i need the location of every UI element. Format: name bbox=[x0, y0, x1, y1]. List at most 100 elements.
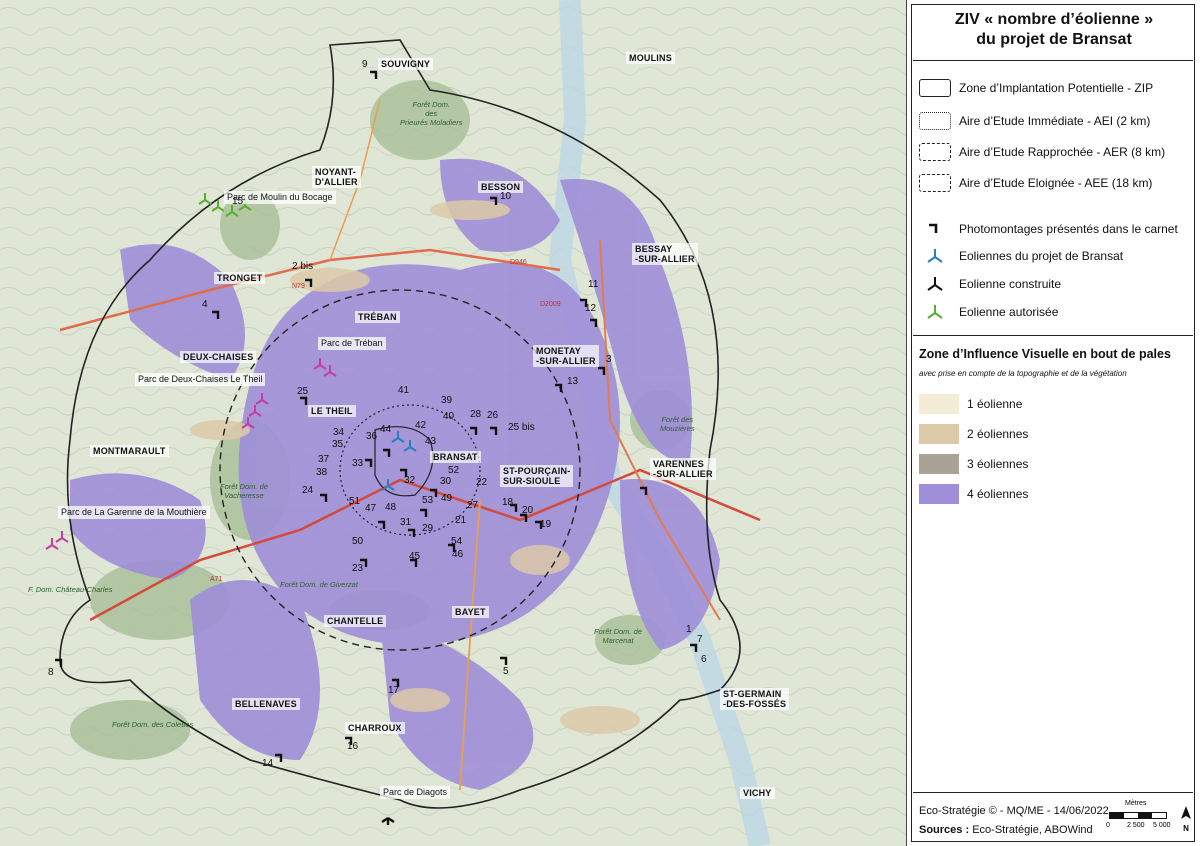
photomontage-icon bbox=[929, 223, 938, 233]
scale-tick: 2 500 bbox=[1127, 822, 1145, 829]
park-label: Parc de Diagots bbox=[380, 786, 451, 799]
legend-zone-label: Aire d’Etude Immédiate - AEI (2 km) bbox=[959, 114, 1151, 128]
turbine-icon bbox=[927, 305, 943, 319]
legend-built-turbine: Eolienne construite bbox=[919, 273, 1061, 295]
turbine-icon bbox=[927, 249, 943, 263]
legend-class-label: 1 éolienne bbox=[967, 397, 1023, 411]
photomontage-number: 34 bbox=[333, 427, 345, 438]
photomontage-number: 1 bbox=[686, 624, 692, 635]
photomontage-number: 44 bbox=[380, 424, 392, 435]
class-swatch bbox=[919, 454, 959, 474]
road-label: D2009 bbox=[540, 301, 561, 308]
town-label: Charroux bbox=[345, 722, 405, 734]
photomontage-number: 21 bbox=[455, 515, 467, 526]
aer-swatch bbox=[919, 143, 951, 161]
town-label: Bessay -sur-Allier bbox=[632, 243, 698, 265]
photomontage-number: 26 bbox=[487, 410, 499, 421]
legend-zone-label: Zone d’Implantation Potentielle - ZIP bbox=[959, 81, 1154, 95]
photomontage-number: 33 bbox=[352, 458, 364, 469]
photomontage-number: 13 bbox=[567, 376, 579, 387]
photomontage-number: 11 bbox=[588, 279, 599, 290]
photomontage-number: 4 bbox=[202, 299, 208, 310]
legend-aer: Aire d’Etude Rapprochée - AER (8 km) bbox=[919, 141, 1165, 163]
forest-label: F. Dom. Château-Charles bbox=[28, 585, 113, 594]
ziv-title: Zone d’Influence Visuelle en bout de pal… bbox=[919, 347, 1171, 361]
photomontage-number: 43 bbox=[425, 436, 437, 447]
road-label: D946 bbox=[510, 259, 527, 266]
photomontage-number: 15 bbox=[232, 196, 244, 207]
photomontage-number: 12 bbox=[585, 303, 597, 314]
park-label: Parc de Deux-Chaises Le Theil bbox=[135, 373, 266, 386]
photomontage-number: 28 bbox=[470, 409, 482, 420]
photomontage-number: 36 bbox=[366, 431, 378, 442]
photomontage-number: 51 bbox=[349, 496, 361, 507]
town-label: Bellenaves bbox=[232, 698, 300, 710]
divider bbox=[913, 792, 1193, 793]
legend-zip: Zone d’Implantation Potentielle - ZIP bbox=[919, 77, 1153, 99]
legend-symbol-label: Photomontages présentés dans le carnet bbox=[959, 222, 1178, 236]
town-label: Bransat bbox=[430, 451, 481, 463]
ziv-subtitle: avec prise en compte de la topographie e… bbox=[919, 369, 1127, 378]
scale-bar: Mètres 0 2 500 5 000 bbox=[1103, 800, 1173, 840]
legend-aee: Aire d’Etude Eloignée - AEE (18 km) bbox=[919, 172, 1152, 194]
forest-label: Forêt Dom. de Giverzat bbox=[280, 580, 358, 589]
map-canvas[interactable]: Souvigny Moulins Noyant- d'Allier Besson… bbox=[0, 0, 906, 846]
town-label: Deux-Chaises bbox=[180, 351, 257, 363]
photomontage-number: 3 bbox=[606, 354, 612, 365]
town-label: Varennes -sur-Allier bbox=[650, 458, 716, 480]
photomontage-number: 30 bbox=[440, 476, 452, 487]
photomontage-number: 10 bbox=[500, 191, 512, 202]
town-label: St-Germain -des-Fossés bbox=[720, 688, 790, 710]
photomontage-number: 53 bbox=[422, 495, 434, 506]
town-label: Bayet bbox=[452, 606, 489, 618]
north-arrow: N bbox=[1179, 806, 1193, 833]
photomontage-number: 20 bbox=[522, 505, 534, 516]
photomontage-number: 7 bbox=[697, 634, 703, 645]
town-label: Souvigny bbox=[378, 58, 434, 70]
aee-swatch bbox=[919, 174, 951, 192]
photomontage-number: 8 bbox=[48, 667, 54, 678]
north-label: N bbox=[1183, 824, 1189, 833]
class-swatch bbox=[919, 424, 959, 444]
photomontage-number: 47 bbox=[365, 503, 377, 514]
photomontage-number: 52 bbox=[448, 465, 460, 476]
legend-symbol-label: Eolienne construite bbox=[959, 277, 1062, 291]
scale-title: Mètres bbox=[1125, 800, 1147, 807]
road-label: A71 bbox=[210, 576, 223, 583]
photomontage-number: 18 bbox=[502, 497, 514, 508]
divider bbox=[913, 60, 1193, 61]
photomontage-number: 22 bbox=[476, 477, 488, 488]
photomontage-number: 19 bbox=[540, 519, 552, 530]
photomontage-number: 37 bbox=[318, 454, 330, 465]
photomontage-number: 41 bbox=[398, 385, 410, 396]
aei-swatch bbox=[919, 112, 951, 130]
photomontage-number: 24 bbox=[302, 485, 314, 496]
photomontage-number: 32 bbox=[404, 475, 416, 486]
credits: Eco-Stratégie © - MQ/ME - 14/06/2022 bbox=[919, 805, 1109, 817]
divider bbox=[913, 335, 1193, 336]
legend-photomontage: Photomontages présentés dans le carnet bbox=[919, 218, 1178, 240]
photomontage-number: 40 bbox=[443, 411, 455, 422]
photomontage-number: 48 bbox=[385, 502, 397, 513]
town-label: Le Theil bbox=[308, 405, 356, 417]
sources-label: Sources : bbox=[919, 824, 970, 836]
photomontage-number: 17 bbox=[388, 685, 400, 696]
turbine-icon bbox=[927, 277, 943, 291]
photomontage-number: 42 bbox=[415, 420, 427, 431]
forest-label: Forêt Dom. des Colettes bbox=[112, 720, 194, 729]
photomontage-number: 38 bbox=[316, 467, 328, 478]
legend-aei: Aire d’Etude Immédiate - AEI (2 km) bbox=[919, 110, 1150, 132]
sources-text: Eco-Stratégie, ABOWind bbox=[972, 824, 1093, 836]
photomontage-number: 6 bbox=[701, 654, 707, 665]
legend-zone-label: Aire d’Etude Eloignée - AEE (18 km) bbox=[959, 176, 1153, 190]
legend-zone-label: Aire d’Etude Rapprochée - AER (8 km) bbox=[959, 145, 1166, 159]
forest-label: Forêt Dom. de Marcenat bbox=[594, 627, 642, 645]
legend-class-4: 4 éoliennes bbox=[919, 483, 1028, 505]
road-label: N79 bbox=[292, 283, 305, 290]
town-label: Chantelle bbox=[324, 615, 387, 627]
legend-authorized-turbine: Eolienne autorisée bbox=[919, 301, 1058, 323]
legend-class-3: 3 éoliennes bbox=[919, 453, 1028, 475]
photomontage-number: 27 bbox=[467, 500, 479, 511]
photomontage-number: 46 bbox=[452, 549, 464, 560]
town-label: St-Pourçain- sur-Sioule bbox=[500, 465, 574, 487]
